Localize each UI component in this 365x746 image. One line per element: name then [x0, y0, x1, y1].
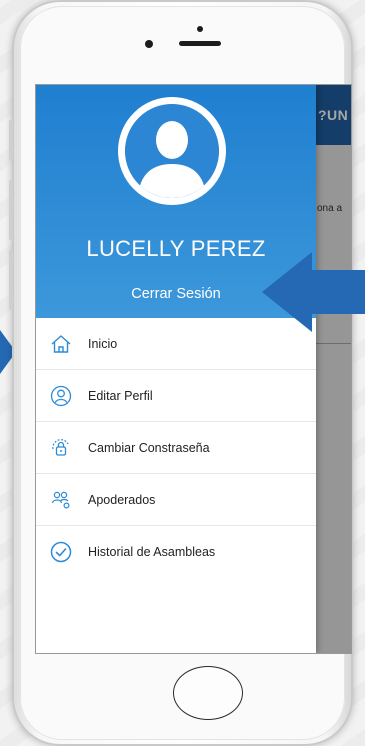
menu-item-label: Editar Perfil — [88, 388, 153, 403]
drawer-scrim[interactable] — [316, 85, 351, 653]
menu-item-label: Apoderados — [88, 492, 156, 507]
home-icon — [51, 335, 71, 353]
lock-icon — [52, 439, 69, 456]
background-app: ?UN ona a — [316, 85, 351, 653]
menu-item-historial-asambleas[interactable]: Historial de Asambleas — [36, 526, 316, 577]
side-button — [9, 120, 13, 160]
profile-icon — [50, 385, 72, 407]
check-circle-icon — [50, 541, 72, 563]
proximity-sensor — [197, 26, 203, 32]
drawer-menu: Inicio Editar Perfil Cambiar Constraseña — [36, 318, 316, 577]
menu-item-editar-perfil[interactable]: Editar Perfil — [36, 370, 316, 422]
side-button — [9, 250, 13, 310]
phone-screen: ?UN ona a LUCELLY PEREZ Cerrar Sesión In… — [36, 85, 351, 653]
side-button — [9, 180, 13, 240]
earpiece-speaker — [179, 41, 221, 46]
users-icon — [51, 491, 70, 509]
menu-item-label: Historial de Asambleas — [88, 544, 216, 559]
right-pointer-arrow — [262, 252, 365, 332]
user-silhouette-icon — [125, 104, 219, 198]
menu-item-label: Inicio — [88, 336, 118, 351]
home-button[interactable] — [173, 666, 243, 720]
front-camera — [145, 40, 153, 48]
menu-item-apoderados[interactable]: Apoderados — [36, 474, 316, 526]
menu-item-label: Cambiar Constraseña — [88, 440, 210, 455]
navigation-drawer: LUCELLY PEREZ Cerrar Sesión Inicio Edita… — [36, 85, 316, 653]
avatar — [118, 97, 226, 205]
menu-item-cambiar-contrasena[interactable]: Cambiar Constraseña — [36, 422, 316, 474]
